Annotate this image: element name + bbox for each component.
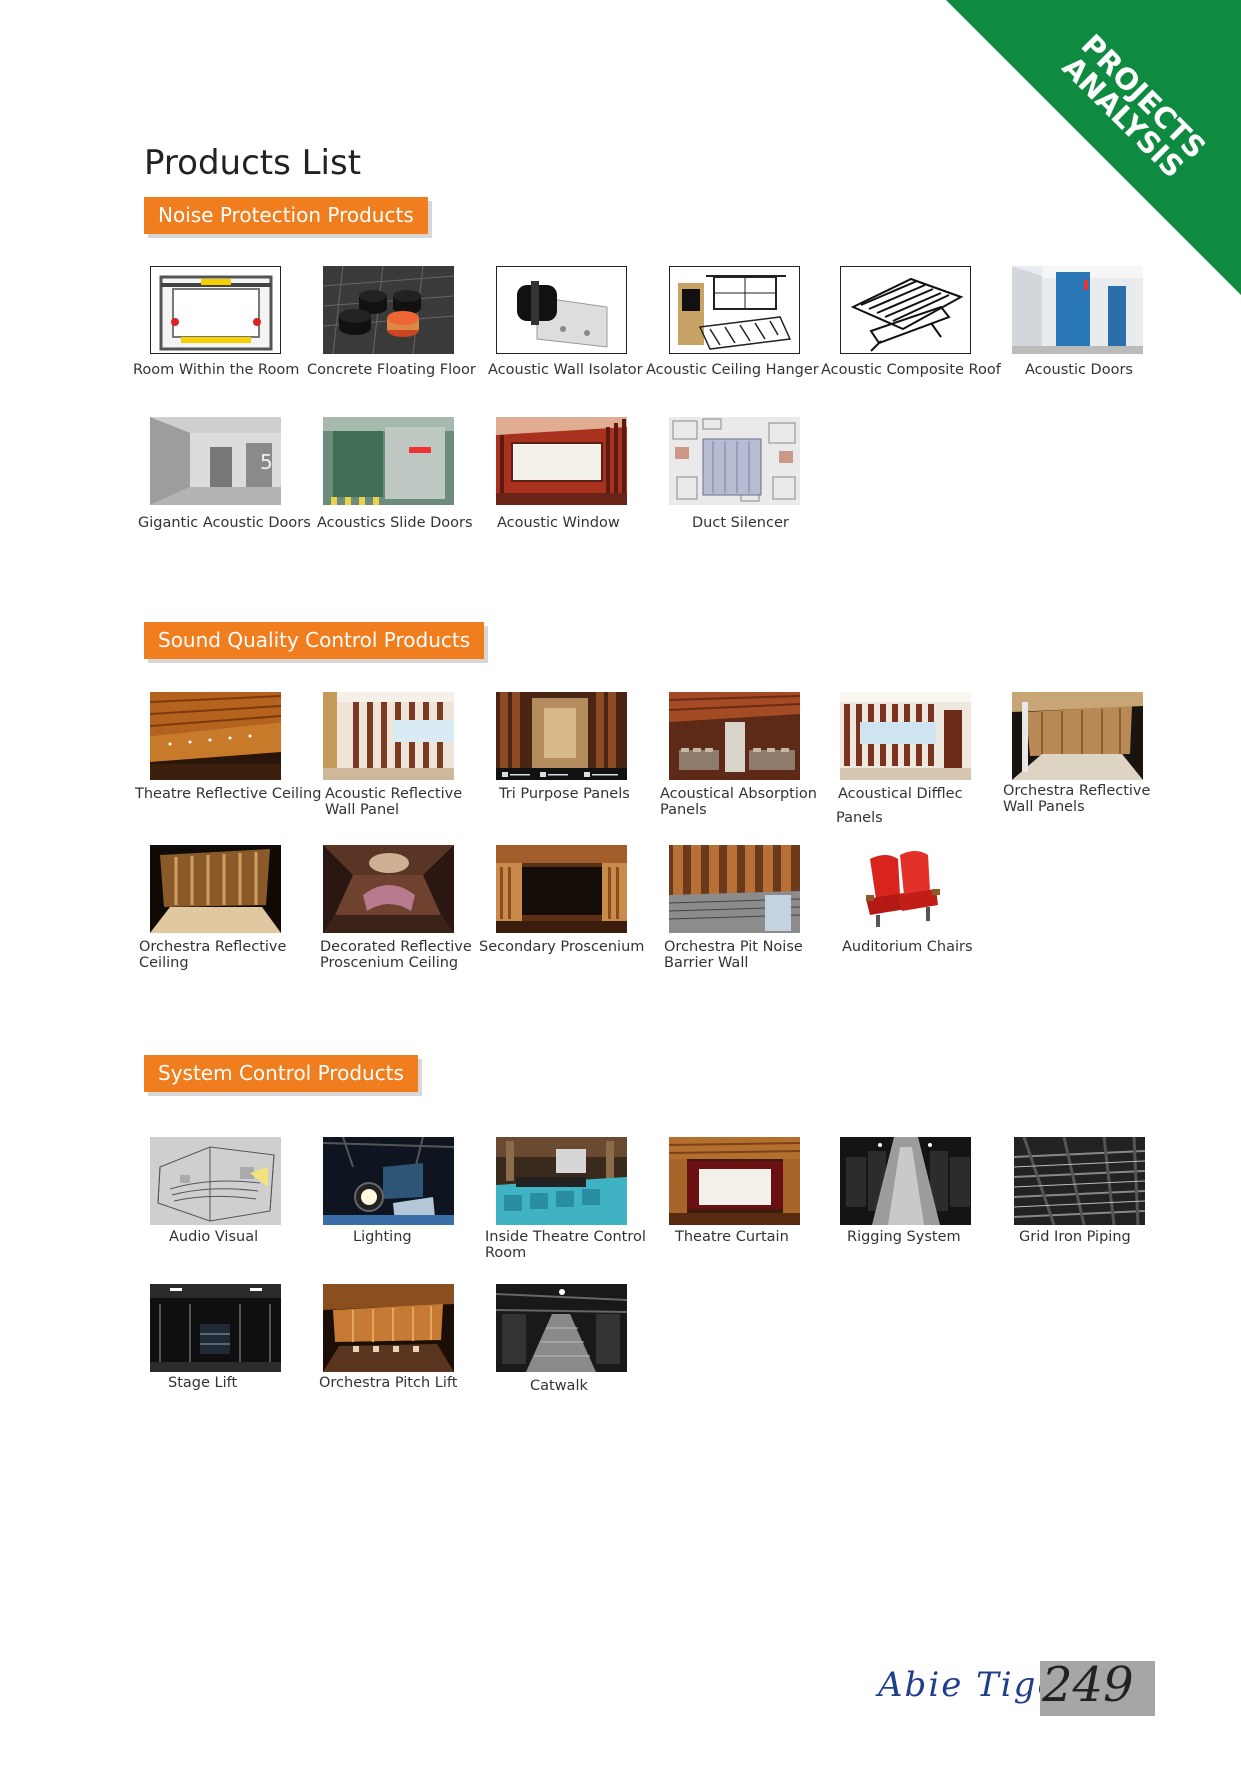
product-label: Lighting (353, 1229, 412, 1245)
wall-panel-image (323, 692, 454, 780)
control-room-image (496, 1137, 627, 1225)
wall-isolator-image (496, 266, 627, 354)
pit-wall-image (669, 845, 800, 933)
product-label: Rigging System (847, 1229, 961, 1245)
product-label: Concrete Floating Floor (307, 362, 476, 378)
absorption-image (669, 692, 800, 780)
composite-roof-image (840, 266, 971, 354)
orch-wall-image (1012, 692, 1143, 780)
product-label-line2: Ceiling (139, 955, 189, 971)
product-label-line2: Proscenium Ceiling (320, 955, 459, 971)
rigging-image (840, 1137, 971, 1225)
tri-panels-image (496, 692, 627, 780)
grid-iron-image (1014, 1137, 1145, 1225)
product-label: Acoustical Difflec (838, 786, 963, 802)
product-label: Grid Iron Piping (1019, 1229, 1131, 1245)
product-label: Orchestra Pitch Lift (319, 1375, 458, 1391)
curtain-image (669, 1137, 800, 1225)
product-label: Acoustic Composite Roof (821, 362, 1001, 378)
product-label: Stage Lift (168, 1375, 238, 1391)
stage-lift-image (150, 1284, 281, 1372)
product-label: Acoustic Reflective (325, 786, 463, 802)
product-label: Audio Visual (169, 1229, 259, 1245)
product-label: Gigantic Acoustic Doors (138, 515, 311, 531)
red-room-image (496, 417, 627, 505)
product-label: Tri Purpose Panels (499, 786, 630, 802)
orch-ceiling-image (150, 845, 281, 933)
product-label: Acoustic Doors (1025, 362, 1133, 378)
difflec-image (840, 692, 971, 780)
product-label: Secondary Proscenium (479, 939, 645, 955)
product-label: Orchestra Pit Noise (664, 939, 803, 955)
decorated-image (323, 845, 454, 933)
svg-text:5: 5 (260, 450, 273, 474)
page-title: Products List (144, 143, 362, 183)
product-label-line2: Barrier Wall (664, 955, 749, 971)
product-label: Catwalk (530, 1378, 588, 1394)
catwalk-image (496, 1284, 627, 1372)
product-label: Acoustic Ceiling Hanger (646, 362, 819, 378)
ceiling-hanger-image (669, 266, 800, 354)
proscenium-image (496, 845, 627, 933)
product-label: Acoustic Wall Isolator (488, 362, 643, 378)
room-diagram-image (150, 266, 281, 354)
lighting-image (323, 1137, 454, 1225)
product-label-line2: Room (485, 1245, 527, 1261)
product-label: Acoustic Window (497, 515, 620, 531)
product-label: Auditorium Chairs (842, 939, 973, 955)
product-label-line2: Wall Panel (325, 802, 400, 818)
chairs-image (840, 845, 971, 933)
product-label: Acoustical Absorption (660, 786, 817, 802)
section-heading-sound-quality: Sound Quality Control Products (144, 622, 485, 659)
product-label: Decorated Reflective (320, 939, 472, 955)
wood-theatre-image (150, 692, 281, 780)
product-label: Duct Silencer (692, 515, 789, 531)
product-label: Orchestra Reflective (1003, 783, 1151, 799)
product-label: Room Within the Room (133, 362, 300, 378)
section-heading-noise-protection: Noise Protection Products (144, 197, 428, 234)
product-label: Acoustics Slide Doors (317, 515, 473, 531)
product-label-line2: Wall Panels (1003, 799, 1085, 815)
slide-door-image (323, 417, 454, 505)
pitch-lift-image (323, 1284, 454, 1372)
product-label: Orchestra Reflective (139, 939, 287, 955)
product-label: Inside Theatre Control (485, 1229, 646, 1245)
section-heading-system-control: System Control Products (144, 1055, 418, 1092)
product-label: Theatre Curtain (675, 1229, 789, 1245)
av-wireframe-image (150, 1137, 281, 1225)
floor-pads-image (323, 266, 454, 354)
duct-image (669, 417, 800, 505)
product-label-line2: Panels (836, 810, 883, 826)
page-number: 249 (1042, 1657, 1134, 1713)
product-label: Theatre Reflective Ceiling (135, 786, 322, 802)
blue-door-image (1012, 266, 1143, 354)
grey-hall-image: 5 (150, 417, 281, 505)
product-label-line2: Panels (660, 802, 707, 818)
